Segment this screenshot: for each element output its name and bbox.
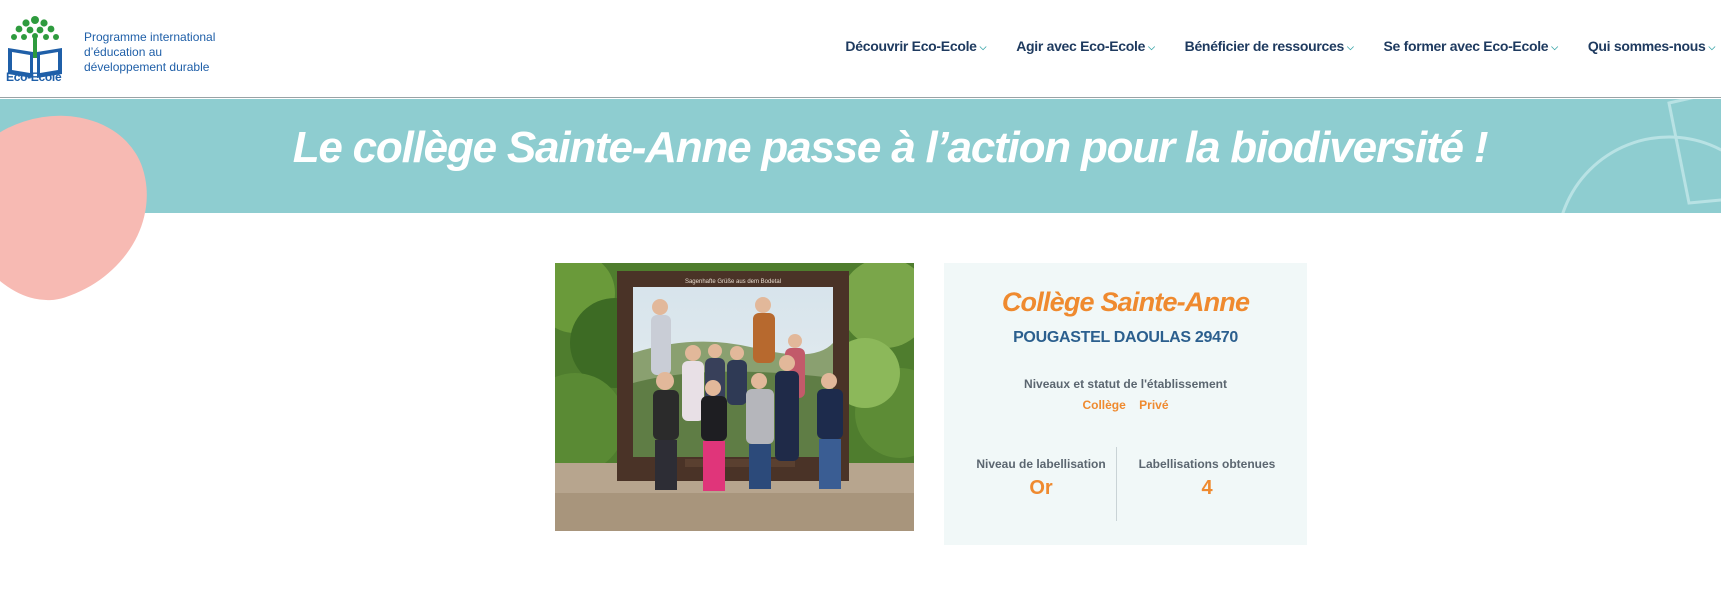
page: Eco-Ecole Programme international d’éduc… [0, 0, 1721, 592]
nav-item-label: Agir avec Eco-Ecole [1016, 38, 1146, 54]
levels-label: Niveaux et statut de l'établissement [1024, 377, 1227, 391]
school-photo: Sagenhafte Grüße aus dem Bodetal [555, 263, 914, 531]
school-location: POUGASTEL DAOULAS 29470 [1013, 329, 1238, 346]
chevron-down-icon: ⌵ [1346, 42, 1354, 52]
logo-wordmark: Eco-Ecole [6, 70, 62, 84]
stat-value: 4 [1201, 477, 1213, 499]
nav-item-ressources[interactable]: Bénéficier de ressources ⌵ [1170, 38, 1369, 54]
nav-item-decouvrir[interactable]: Découvrir Eco-Ecole ⌵ [830, 38, 1001, 54]
stat-label-level: Niveau de labellisation Or [966, 457, 1116, 500]
nav-item-label: Découvrir Eco-Ecole [845, 38, 977, 54]
stats-divider [1116, 447, 1117, 521]
chevron-down-icon: ⌵ [1551, 42, 1558, 52]
nav-item-label: Se former avec Eco-Ecole [1383, 38, 1549, 54]
level-tag: Collège [1082, 398, 1126, 412]
nav-item-qui-sommes-nous[interactable]: Qui sommes-nous ⌵ [1573, 38, 1721, 54]
page-title: Le collège Sainte-Anne passe à l’action … [292, 123, 1489, 172]
levels-tags: Collège Privé [944, 398, 1307, 412]
chevron-down-icon: ⌵ [1708, 42, 1715, 52]
tagline-line: d’éducation au [84, 45, 163, 59]
school-name: Collège Sainte-Anne [1001, 287, 1250, 317]
chevron-down-icon: ⌵ [979, 42, 987, 52]
frame-sign-text: Sagenhafte Grüße aus dem Bodetal [685, 279, 781, 285]
stat-value: Or [1029, 477, 1053, 499]
school-info-card: Collège Sainte-Anne POUGASTEL DAOULAS 29… [944, 263, 1307, 545]
stat-label: Labellisations obtenues [1138, 457, 1276, 471]
tagline-line: Programme international [84, 30, 216, 44]
nav-item-agir[interactable]: Agir avec Eco-Ecole ⌵ [1001, 38, 1169, 54]
main-nav: Découvrir Eco-Ecole ⌵ Agir avec Eco-Ecol… [830, 38, 1721, 54]
chevron-down-icon: ⌵ [1148, 42, 1155, 52]
status-tag: Privé [1139, 398, 1169, 412]
stat-labels-count: Labellisations obtenues 4 [1132, 457, 1282, 500]
stat-label: Niveau de labellisation [976, 457, 1106, 471]
site-header: Eco-Ecole Programme international d’éduc… [0, 0, 1721, 98]
tagline: Programme international d’éducation au d… [84, 30, 234, 75]
nav-item-former[interactable]: Se former avec Eco-Ecole ⌵ [1369, 38, 1573, 54]
nav-item-label: Bénéficier de ressources [1184, 38, 1345, 54]
nav-item-label: Qui sommes-nous [1587, 38, 1706, 54]
tagline-line: développement durable [84, 60, 210, 74]
title-banner: Le collège Sainte-Anne passe à l’action … [0, 99, 1721, 213]
